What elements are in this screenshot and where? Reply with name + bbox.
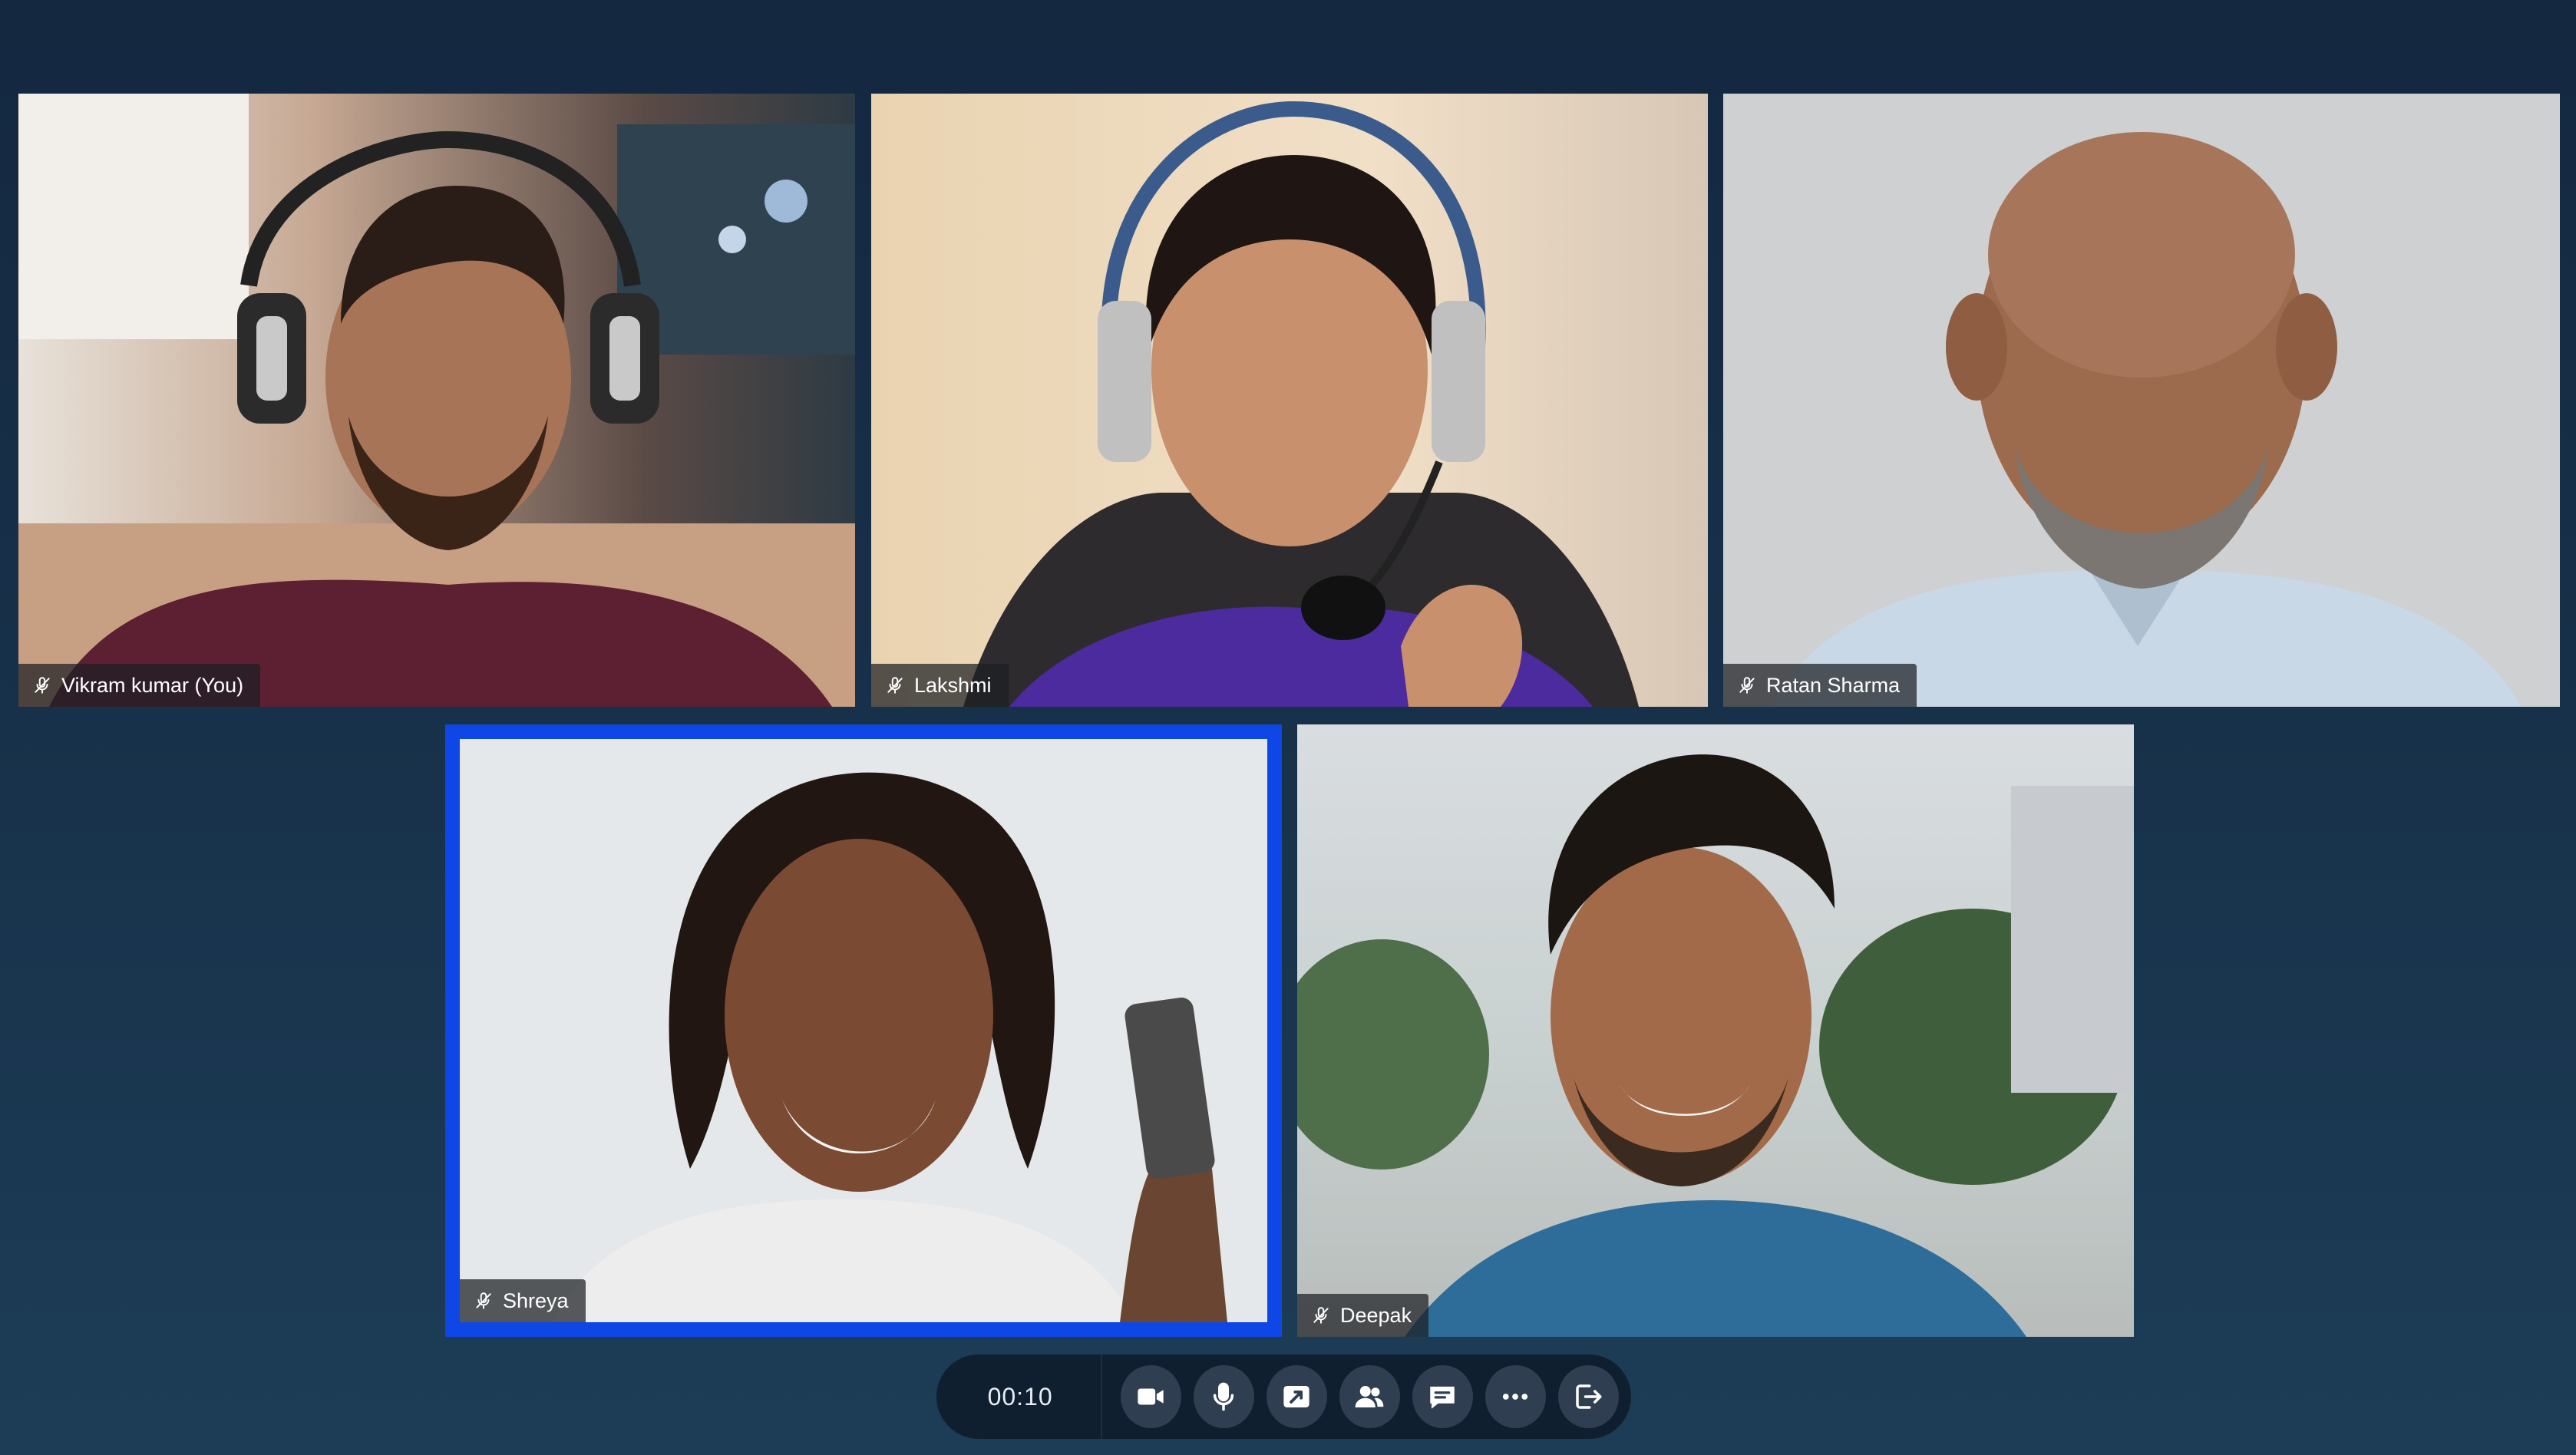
chat-icon <box>1430 1386 1455 1409</box>
microphone-icon <box>1214 1382 1234 1411</box>
mic-muted-icon <box>887 677 903 694</box>
video-camera-icon <box>1138 1388 1164 1405</box>
video-tile-ratan-sharma[interactable]: Ratan Sharma <box>1723 94 2560 707</box>
participant-name-tag: Shreya <box>460 1279 586 1322</box>
more-options-button[interactable] <box>1485 1365 1546 1428</box>
toggle-video-button[interactable] <box>1121 1365 1181 1428</box>
more-options-icon <box>1503 1394 1528 1400</box>
chat-button[interactable] <box>1412 1365 1473 1428</box>
participant-video <box>18 94 855 707</box>
call-timer: 00:10 <box>987 1382 1053 1410</box>
leave-call-icon <box>1576 1384 1602 1409</box>
participant-name: Ratan Sharma <box>1766 673 1901 697</box>
participant-name: Lakshmi <box>914 673 992 697</box>
participant-name-tag: Deepak <box>1297 1294 1429 1337</box>
participant-name: Vikram kumar (You) <box>61 673 244 697</box>
participant-name: Deepak <box>1340 1303 1412 1327</box>
participant-video <box>1723 94 2560 707</box>
mic-muted-icon <box>35 677 50 694</box>
participant-name-tag: Ratan Sharma <box>1723 664 1917 707</box>
toggle-microphone-button[interactable] <box>1194 1365 1254 1428</box>
leave-call-button[interactable] <box>1558 1365 1619 1428</box>
video-tile-lakshmi[interactable]: Lakshmi <box>871 94 1708 707</box>
call-controls-toolbar: 00:10 <box>936 1354 1631 1439</box>
participant-name: Shreya <box>503 1288 569 1312</box>
video-tile-vikram[interactable]: Vikram kumar (You) <box>18 94 855 707</box>
toolbar-divider <box>1101 1354 1103 1439</box>
participant-name-tag: Lakshmi <box>871 664 1009 707</box>
participant-video <box>460 739 1267 1322</box>
mic-muted-icon <box>476 1292 491 1309</box>
participant-name-tag: Vikram kumar (You) <box>18 664 261 707</box>
video-tile-shreya-active-speaker[interactable]: Shreya <box>445 724 1282 1337</box>
participants-icon <box>1355 1386 1384 1407</box>
participant-video <box>871 94 1708 707</box>
video-tile-deepak[interactable]: Deepak <box>1297 724 2134 1337</box>
mic-muted-icon <box>1313 1307 1329 1324</box>
participant-video <box>1297 724 2134 1337</box>
mic-muted-icon <box>1739 677 1755 694</box>
share-screen-button[interactable] <box>1267 1365 1327 1428</box>
participants-button[interactable] <box>1339 1365 1400 1428</box>
screen-share-icon <box>1283 1386 1309 1407</box>
